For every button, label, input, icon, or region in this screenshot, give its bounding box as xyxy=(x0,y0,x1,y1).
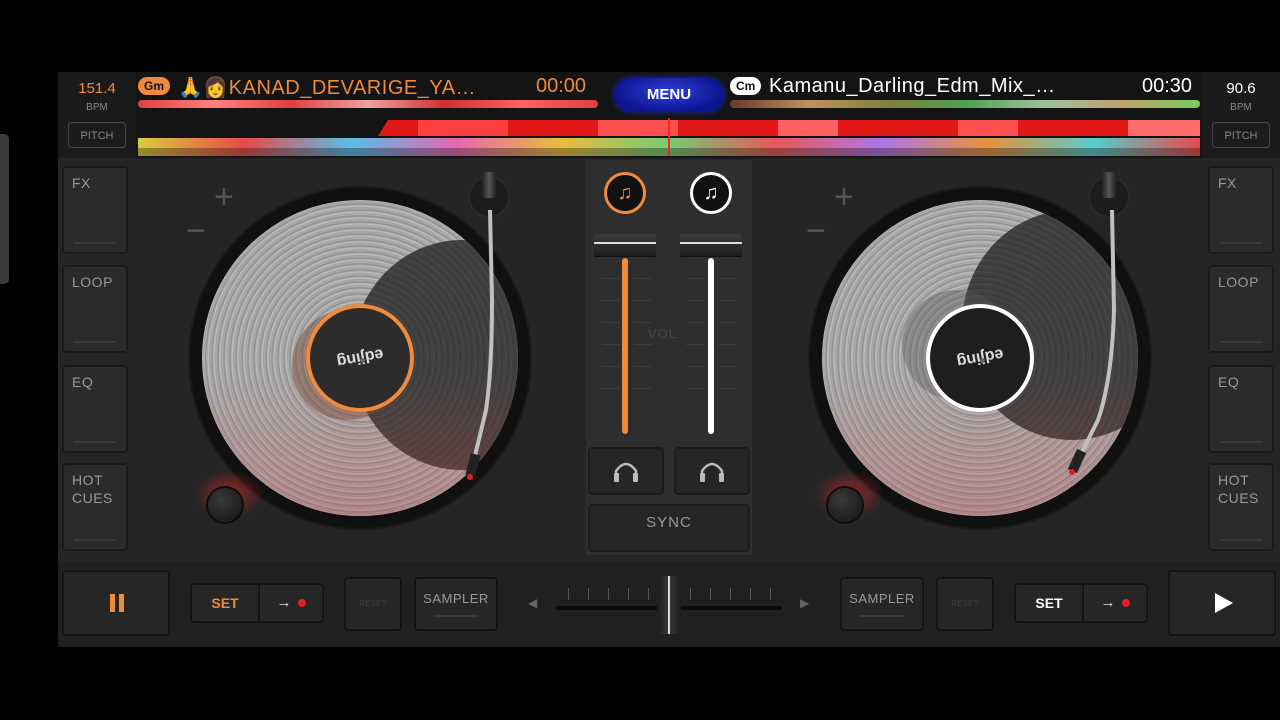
deck-b-bpm-label: BPM xyxy=(1230,102,1252,113)
pause-icon xyxy=(110,594,124,612)
scrolling-waveform[interactable] xyxy=(138,118,1200,156)
deck-a-time: 00:00 xyxy=(536,75,587,97)
deck-a-key-badge: Gm xyxy=(138,77,171,95)
deck-b-bpm-panel: 90.6 BPM PITCH xyxy=(1202,72,1280,158)
deck-a-fx-button[interactable]: FX xyxy=(62,166,128,254)
deck-b-loop-label: LOOP xyxy=(1218,274,1259,290)
deck-b-play-pause-button[interactable] xyxy=(1168,570,1276,636)
deck-a-sampler-label: SAMPLER xyxy=(423,591,489,606)
deck-b-fx-label: FX xyxy=(1218,175,1237,191)
channel-b-volume-fader[interactable] xyxy=(680,234,742,256)
volume-label: VOL xyxy=(648,326,678,341)
deck-b-eq-label: EQ xyxy=(1218,374,1240,390)
channel-a-headphones-icon xyxy=(614,462,638,482)
deck-b-key-badge: Cm xyxy=(730,77,762,95)
deck-a-arrow-icon: → xyxy=(276,594,292,611)
deck-b-loop-button[interactable]: LOOP xyxy=(1208,265,1274,353)
deck-a-eq-label: EQ xyxy=(72,374,94,390)
crossfader-right-arrow-icon[interactable]: ▶ xyxy=(800,596,809,610)
deck-a-start-stop-knob[interactable] xyxy=(208,488,242,522)
deck-b-track-title[interactable]: Kamanu_Darling_Edm_Mix_… xyxy=(769,75,1056,98)
sync-label: SYNC xyxy=(646,514,692,531)
channel-b-headphones-button[interactable] xyxy=(674,447,750,495)
deck-a-track-title[interactable]: 🙏👩KANAD_DEVARIGE_YA… xyxy=(178,75,476,100)
channel-a-music-note-add-icon[interactable]: ♫ xyxy=(604,172,646,214)
deck-b-fx-button[interactable]: FX xyxy=(1208,166,1274,254)
dj-app: 151.4 BPM PITCH Gm 🙏👩KANAD_DEVARIGE_YA… … xyxy=(58,72,1280,647)
deck-b-record-dot-icon xyxy=(1121,599,1130,608)
deck-a-bpm-label: BPM xyxy=(86,102,108,113)
deck-b-hot-cues-button[interactable]: HOT CUES xyxy=(1208,463,1274,551)
crossfader-handle[interactable] xyxy=(657,576,681,634)
deck-b-overview-waveform[interactable] xyxy=(730,100,1200,108)
channel-b-headphones-icon xyxy=(700,462,724,482)
deck-a-bpm-value: 151.4 xyxy=(78,80,116,97)
channel-a-headphones-button[interactable] xyxy=(588,447,664,495)
deck-b-pitch-button[interactable]: PITCH xyxy=(1212,122,1270,148)
deck-b-turntable: + − edjing xyxy=(790,170,1150,550)
crossfader-left-arrow-icon[interactable]: ◀ xyxy=(528,596,537,610)
side-grip[interactable] xyxy=(0,134,9,284)
deck-b-sampler-label: SAMPLER xyxy=(849,591,915,606)
deck-a-hot-cues-label: HOT CUES xyxy=(72,472,113,506)
deck-a-sampler-button[interactable]: SAMPLER xyxy=(414,577,498,631)
channel-a-volume-track[interactable] xyxy=(622,258,628,434)
channel-b-volume-track[interactable] xyxy=(708,258,714,434)
deck-b-bpm-value: 90.6 xyxy=(1226,80,1256,97)
play-icon xyxy=(1215,593,1233,613)
deck-a-play-pause-button[interactable] xyxy=(62,570,170,636)
deck-a-overview-waveform[interactable] xyxy=(138,100,598,108)
transport-bar: SET → RESET SAMPLER ◀ ▶ SAMPLER RESET SE… xyxy=(58,562,1280,647)
deck-b-cue-jump-button[interactable]: → xyxy=(1084,585,1146,621)
deck-b-set-button[interactable]: SET xyxy=(1016,585,1084,621)
channel-b-music-note-add-icon[interactable]: ♫ xyxy=(690,172,732,214)
deck-b-hot-cues-label: HOT CUES xyxy=(1218,472,1259,506)
deck-a-pitch-button[interactable]: PITCH xyxy=(68,122,126,148)
deck-b-eq-button[interactable]: EQ xyxy=(1208,365,1274,453)
sync-button[interactable]: SYNC xyxy=(588,504,750,552)
deck-a-hot-cues-button[interactable]: HOT CUES xyxy=(62,463,128,551)
deck-a-cue-jump-button[interactable]: → xyxy=(260,585,322,621)
deck-a-bpm-panel: 151.4 BPM PITCH xyxy=(58,72,136,158)
deck-b-arrow-icon: → xyxy=(1100,594,1116,611)
deck-b-cue-set: SET → xyxy=(1014,583,1148,623)
deck-a-eq-button[interactable]: EQ xyxy=(62,365,128,453)
deck-a-reset-button[interactable]: RESET xyxy=(344,577,402,631)
deck-b-time: 00:30 xyxy=(1142,75,1193,97)
mixer-panel: ♫ ♫ VOL SYNC xyxy=(586,160,752,555)
deck-b-reset-button[interactable]: RESET xyxy=(936,577,994,631)
deck-a-record-dot-icon xyxy=(297,599,306,608)
deck-a-cue-set: SET → xyxy=(190,583,324,623)
deck-a-fx-label: FX xyxy=(72,175,91,191)
deck-a-turntable: + − edjing xyxy=(170,170,530,550)
menu-button[interactable]: MENU xyxy=(614,78,724,112)
deck-a-set-button[interactable]: SET xyxy=(192,585,260,621)
top-bar: 151.4 BPM PITCH Gm 🙏👩KANAD_DEVARIGE_YA… … xyxy=(58,72,1280,158)
deck-b-start-stop-knob[interactable] xyxy=(828,488,862,522)
deck-a-loop-button[interactable]: LOOP xyxy=(62,265,128,353)
deck-a-loop-label: LOOP xyxy=(72,274,113,290)
deck-b-sampler-button[interactable]: SAMPLER xyxy=(840,577,924,631)
channel-a-volume-fader[interactable] xyxy=(594,234,656,256)
